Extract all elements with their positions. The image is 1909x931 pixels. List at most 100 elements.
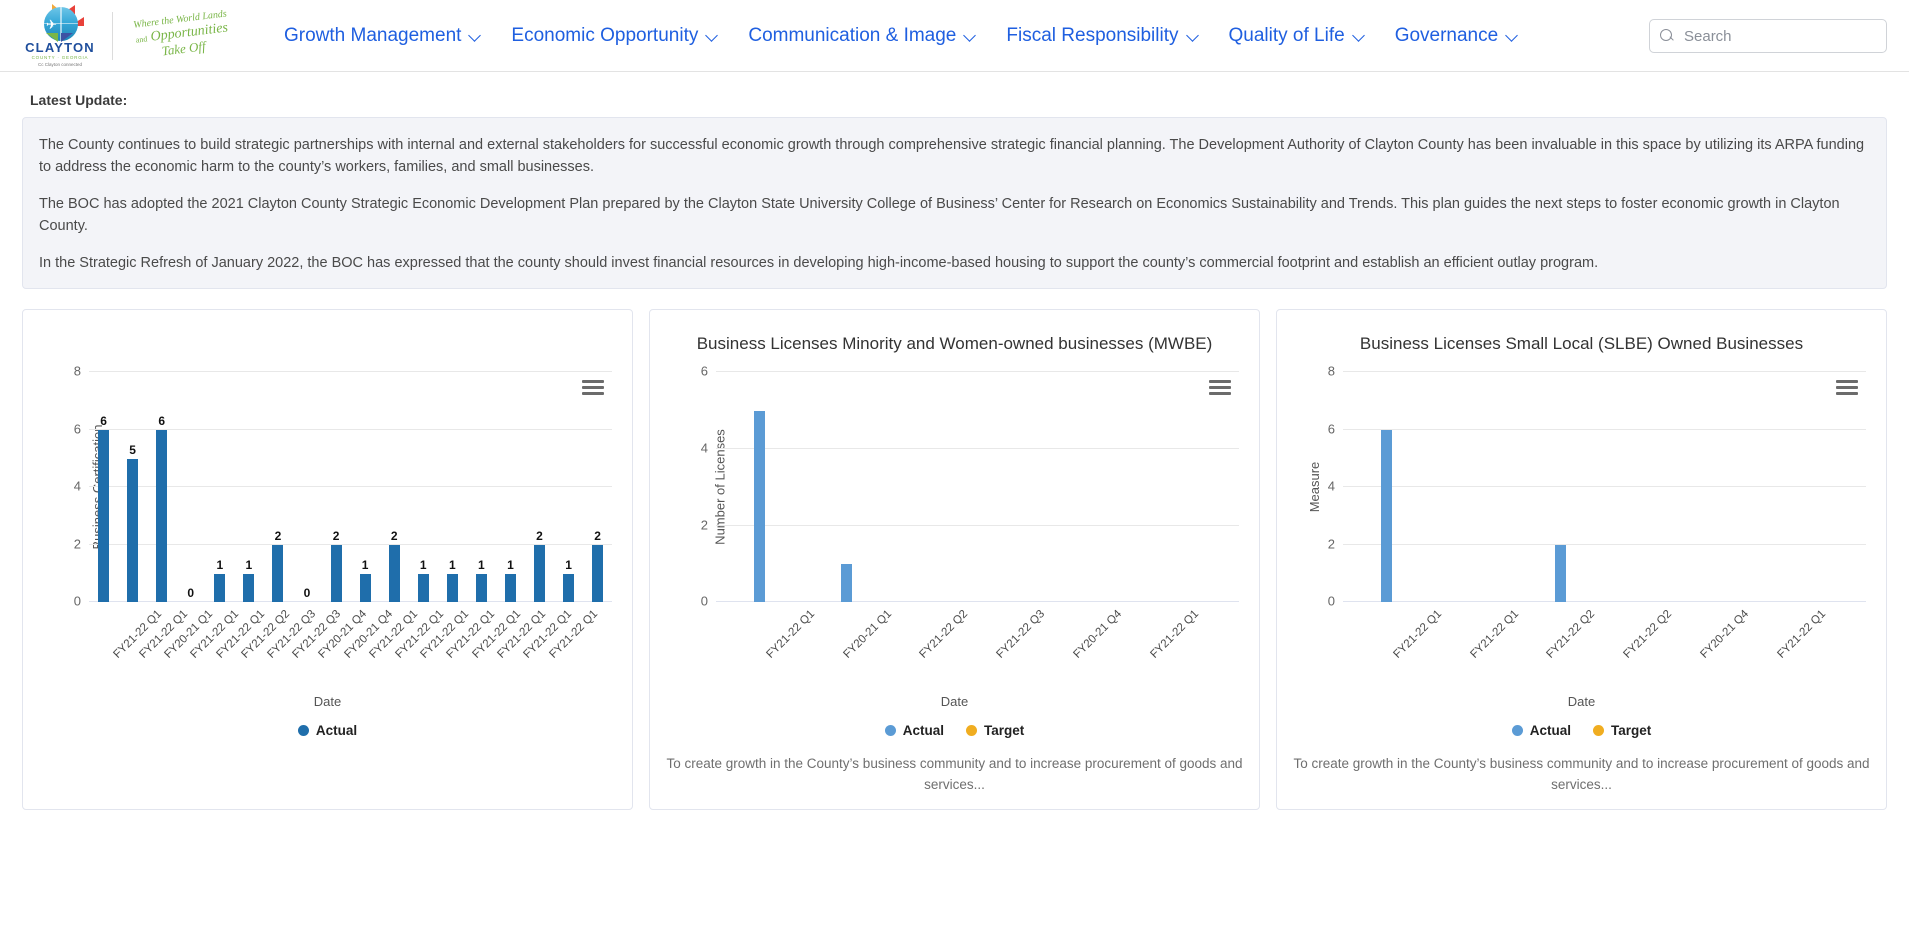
legend-color-dot-icon (1511, 725, 1523, 737)
chart-legend-item-actual[interactable]: Actual (1511, 723, 1571, 738)
chart-x-label-slot: FY21-22 Q1 (547, 602, 604, 688)
chart-bar[interactable] (1555, 544, 1567, 603)
chart-bar[interactable] (272, 544, 284, 603)
chart-bar-group[interactable] (716, 372, 803, 603)
chart-x-label-slot: FY21-22 Q1 (1391, 602, 1474, 688)
chart-bar-group[interactable] (1065, 372, 1152, 602)
chart-bar-group[interactable]: 1 (409, 372, 438, 603)
chart-bar-group[interactable] (978, 372, 1065, 602)
chart-bar-group[interactable] (1343, 372, 1430, 603)
chart-bar[interactable] (1381, 429, 1393, 603)
chart-bar-group[interactable]: 2 (525, 372, 554, 603)
nav-item-economic-opportunity[interactable]: Economic Opportunity (496, 19, 733, 53)
chart-y-tick-label: 2 (73, 536, 81, 552)
chart-bar[interactable] (156, 429, 168, 603)
clayton-county-logo[interactable]: ✈ CLAYTON COUNTY · GEORGIA Cc Clayton co… (18, 3, 102, 67)
chart-bar-group[interactable]: 6 (89, 372, 118, 603)
chart-y-tick-label: 8 (1327, 363, 1335, 379)
nav-item-growth-management[interactable]: Growth Management (269, 19, 496, 53)
nav-item-quality-of-life[interactable]: Quality of Life (1214, 19, 1380, 53)
brand-block[interactable]: ✈ CLAYTON COUNTY · GEORGIA Cc Clayton co… (18, 3, 235, 67)
chart-bar-group[interactable] (1779, 372, 1866, 602)
chart-bar-group[interactable] (890, 372, 977, 602)
chart-legend: Actual Target (662, 723, 1247, 738)
chart-bar-group[interactable]: 2 (322, 372, 351, 603)
chart-bar[interactable] (127, 458, 139, 603)
chart-bar[interactable] (98, 429, 110, 603)
chart-plot-area: Business Certification 02468656011202121… (35, 364, 620, 661)
chart-plot-area: Number of Licenses 0 2 4 6 FY21-22 Q1 FY20-21… (662, 364, 1247, 661)
chart-bar[interactable] (330, 544, 342, 603)
chart-bars (716, 372, 1239, 603)
nav-item-governance[interactable]: Governance (1380, 19, 1534, 53)
chart-bar[interactable] (446, 573, 458, 603)
chart-bar-group[interactable] (1152, 372, 1239, 602)
chart-bar-group[interactable]: 1 (205, 372, 234, 603)
chart-bar-group[interactable]: 0 (292, 372, 321, 602)
chart-legend-item-actual[interactable]: Actual (297, 723, 357, 738)
chart-bar-value-label: 2 (274, 528, 282, 543)
chart-bar[interactable] (504, 573, 516, 603)
chart-bar-value-label: 0 (187, 586, 195, 601)
chart-bar-group[interactable]: 1 (467, 372, 496, 603)
search-box[interactable] (1649, 19, 1887, 53)
chart-bar[interactable] (754, 410, 766, 603)
chart-bar[interactable] (475, 573, 487, 603)
chart-x-tick-label: FY21-22 Q1 (1148, 608, 1202, 662)
chart-x-tick-label: FY21-22 Q1 (1775, 608, 1829, 662)
chart-card: Business Certification 02468656011202121… (22, 309, 633, 810)
chart-bar-group[interactable] (1605, 372, 1692, 602)
chart-bar-group[interactable]: 2 (583, 372, 612, 603)
chart-description: To create growth in the County’s busines… (666, 756, 1243, 792)
chart-bar[interactable] (243, 573, 255, 603)
chart-bar-group[interactable] (803, 372, 890, 603)
chart-bar[interactable] (563, 573, 575, 603)
chart-x-tick-label: FY20-21 Q1 (840, 608, 894, 662)
chart-bar-group[interactable]: 1 (234, 372, 263, 603)
nav-item-fiscal-responsibility[interactable]: Fiscal Responsibility (991, 19, 1213, 53)
chart-x-label-slot: FY21-22 Q2 (1622, 602, 1704, 688)
chart-bar-group[interactable]: 0 (176, 372, 205, 602)
chart-bar-group[interactable]: 1 (351, 372, 380, 603)
chart-legend-item-target[interactable]: Target (1593, 723, 1651, 738)
chart-bar-value-label: 1 (507, 557, 514, 572)
chart-bar[interactable] (841, 564, 853, 603)
chart-description (35, 779, 620, 795)
chart-bar-group[interactable]: 2 (380, 372, 409, 603)
chart-bar[interactable] (388, 544, 400, 603)
chart-grid: 0 2 4 6 FY21-22 Q1 FY20-21 Q1 FY21-22 Q2 FY21-2… (701, 364, 1239, 661)
chart-legend-item-target[interactable]: Target (966, 723, 1024, 738)
legend-color-dot-icon (966, 725, 977, 737)
chart-x-label-slot: FY21-22 Q1 (764, 602, 847, 688)
site-header: ✈ CLAYTON COUNTY · GEORGIA Cc Clayton co… (0, 0, 1909, 72)
chart-bar-group[interactable]: 6 (147, 372, 176, 603)
chart-bar-group[interactable]: 1 (438, 372, 467, 603)
chart-bar-group[interactable]: 2 (263, 372, 292, 603)
nav-item-communication-image[interactable]: Communication & Image (733, 19, 991, 53)
chart-legend-item-actual[interactable]: Actual (884, 723, 944, 738)
chart-bar-group[interactable]: 1 (496, 372, 525, 603)
chart-bar-group[interactable] (1692, 372, 1779, 602)
chart-y-tick-label: 0 (1327, 593, 1335, 609)
chart-bar[interactable] (417, 573, 429, 603)
chart-bar[interactable] (359, 573, 371, 603)
chart-bar-value-label: 6 (158, 413, 165, 428)
chart-bar[interactable] (533, 544, 545, 603)
chart-bar-group[interactable]: 1 (554, 372, 583, 603)
nav-label: Governance (1394, 24, 1499, 46)
latest-update-panel: The County continues to build strategic … (22, 117, 1887, 290)
chart-bar-group[interactable]: 5 (118, 372, 147, 603)
airplane-icon: ✈ (46, 16, 57, 32)
chart-bar-value-label: 1 (565, 557, 572, 572)
search-icon (1660, 29, 1674, 43)
chart-y-tick-label: 2 (1327, 536, 1335, 552)
chart-bar-value-label: 1 (245, 557, 253, 572)
chart-bar-group[interactable] (1430, 372, 1517, 602)
chart-bar[interactable] (592, 544, 604, 603)
chart-title: Business Licenses Small Local (SLBE) Own… (1359, 334, 1804, 354)
chart-description: To create growth in the County’s busines… (1293, 756, 1870, 792)
logo-subtext: COUNTY · GEORGIA (31, 54, 89, 60)
chart-bar[interactable] (214, 573, 226, 603)
chart-bar-group[interactable] (1517, 372, 1604, 603)
search-input[interactable] (1682, 26, 1876, 46)
